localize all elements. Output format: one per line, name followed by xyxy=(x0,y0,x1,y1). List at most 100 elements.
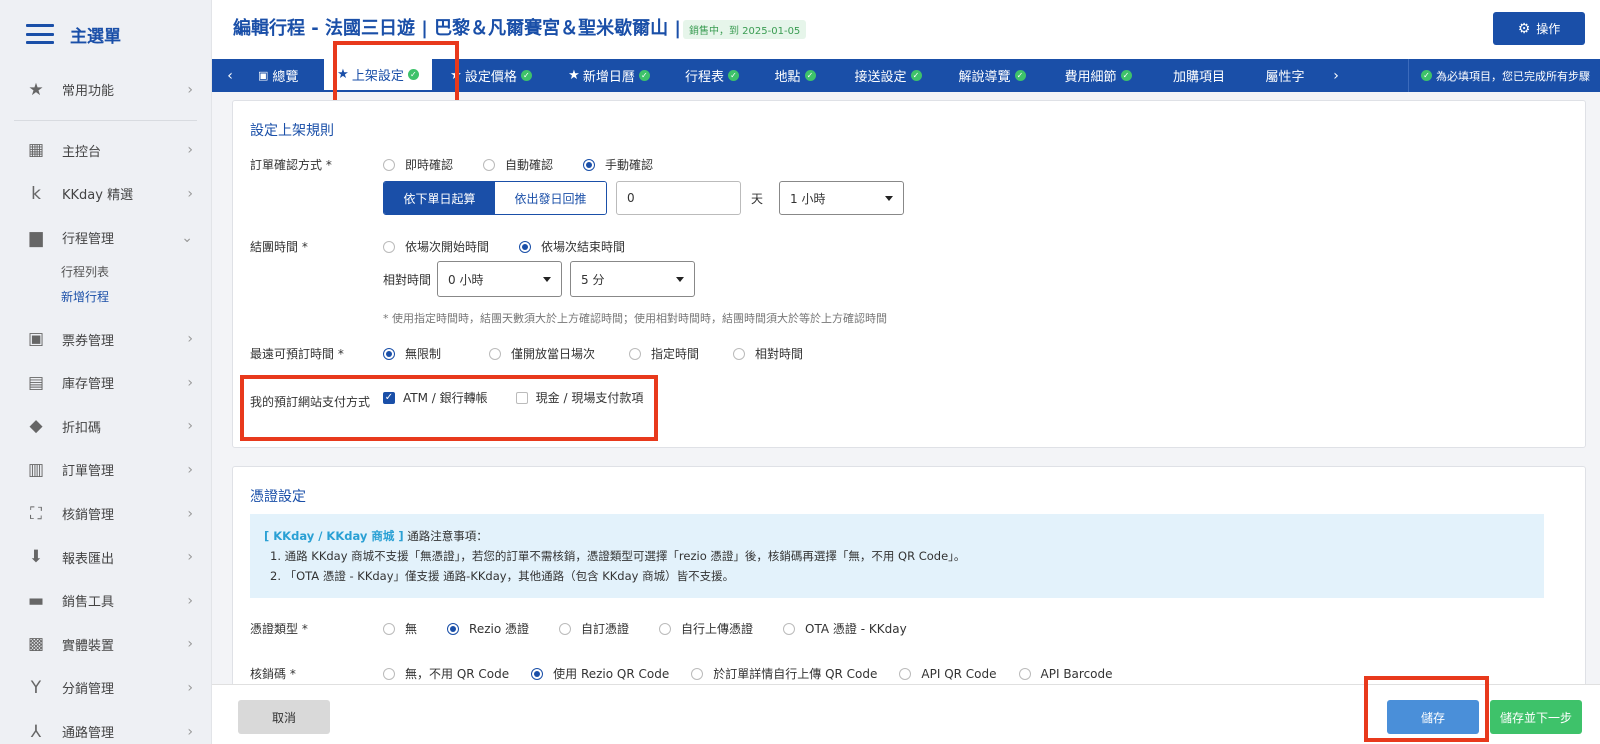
select-value: 1 小時 xyxy=(790,191,826,206)
sidebar-item-label: 核銷管理 xyxy=(62,508,115,524)
radio-by-session-end[interactable]: 依場次結束時間 xyxy=(519,238,625,255)
radio-manual-confirm[interactable]: 手動確認 xyxy=(583,156,653,173)
sidebar-item-devices[interactable]: ▩ 實體裝置 › xyxy=(0,623,211,667)
radio-upload-voucher[interactable]: 自行上傳憑證 xyxy=(659,620,753,637)
toggle-by-order-date[interactable]: 依下單日起算 xyxy=(384,182,495,214)
save-button[interactable]: 儲存 xyxy=(1387,700,1479,734)
checkbox-cash-onsite[interactable]: 現金 / 現場支付款項 xyxy=(515,389,644,406)
sidebar-item-redemption[interactable]: ⛶ 核銷管理 › xyxy=(0,492,211,536)
check-icon: ✓ xyxy=(520,70,532,81)
cancel-button[interactable]: 取消 xyxy=(238,700,330,734)
sidebar-item-product-management[interactable]: ▆ 行程管理 ⌄ xyxy=(0,216,211,260)
checkbox-label: 現金 / 現場支付款項 xyxy=(535,391,644,405)
check-icon: ✓ xyxy=(804,70,816,81)
caret-down-icon xyxy=(676,276,685,282)
caret-down-icon xyxy=(543,276,552,282)
radio-rezio-voucher[interactable]: Rezio 憑證 xyxy=(447,620,529,637)
sidebar-item-dashboard[interactable]: ▦ 主控台 › xyxy=(0,129,211,173)
sidebar-divider xyxy=(14,119,197,121)
network-icon: ⅄ xyxy=(30,721,42,742)
hamburger-menu-icon[interactable] xyxy=(26,24,54,44)
tab-label: 地點 xyxy=(774,70,801,85)
save-and-next-button[interactable]: 儲存並下一步 xyxy=(1490,700,1582,734)
tab-pricing[interactable]: ★ 設定價格 ✓ xyxy=(432,59,550,92)
sidebar-item-channels[interactable]: ⅄ 通路管理 › xyxy=(0,710,211,744)
radio-unlimited[interactable]: 無限制 xyxy=(383,345,441,362)
tab-locations[interactable]: 地點 ✓ xyxy=(756,59,834,92)
check-icon: ✓ xyxy=(910,70,922,81)
radio-custom-voucher[interactable]: 自訂憑證 xyxy=(559,620,629,637)
chevron-left-icon[interactable]: ‹ xyxy=(212,68,248,84)
chevron-right-icon[interactable]: › xyxy=(1326,68,1346,84)
chevron-right-icon: › xyxy=(187,723,193,740)
sidebar-item-discount-codes[interactable]: ◆ 折扣碼 › xyxy=(0,405,211,449)
tab-attributes[interactable]: 屬性字 xyxy=(1244,59,1326,92)
sidebar-item-label: 票券管理 xyxy=(62,333,115,349)
sidebar-item-inventory[interactable]: ▤ 庫存管理 › xyxy=(0,361,211,405)
sidebar-item-orders[interactable]: ▥ 訂單管理 › xyxy=(0,448,211,492)
tab-transfer[interactable]: 接送設定 ✓ xyxy=(834,59,942,92)
hours-select[interactable]: 1 小時 xyxy=(779,181,905,215)
tab-guide[interactable]: 解說導覽 ✓ xyxy=(942,59,1042,92)
tab-overview[interactable]: ▣ 總覽 xyxy=(248,59,324,92)
sidebar-item-sales-tools[interactable]: ▬ 銷售工具 › xyxy=(0,579,211,623)
radio-api-barcode[interactable]: API Barcode xyxy=(1018,667,1113,681)
check-icon: ✓ xyxy=(1014,70,1026,81)
radio-upload-qr[interactable]: 於訂單詳情自行上傳 QR Code xyxy=(691,665,877,682)
dashboard-icon: ▦ xyxy=(27,140,45,161)
radio-label: 於訂單詳情自行上傳 QR Code xyxy=(713,667,878,681)
radio-api-qr[interactable]: API QR Code xyxy=(899,667,997,681)
chevron-right-icon: › xyxy=(187,636,193,653)
actions-button[interactable]: ⚙ 操作 xyxy=(1493,12,1585,45)
relative-hours-select[interactable]: 0 小時 xyxy=(437,261,563,297)
toggle-by-departure-date[interactable]: 依出發日回推 xyxy=(495,182,606,214)
chevron-right-icon: › xyxy=(187,374,193,391)
chevron-right-icon: › xyxy=(187,331,193,348)
sidebar-item-tickets[interactable]: ▣ 票券管理 › xyxy=(0,317,211,361)
sidebar-item-kkday-featured[interactable]: k KKday 精選 › xyxy=(0,172,211,216)
tab-label: 接送設定 xyxy=(854,70,907,85)
notice-channel: [ KKday / KKday 商城 ] xyxy=(264,529,404,543)
radio-same-day-only[interactable]: 僅開放當日場次 xyxy=(489,345,595,362)
tab-fee-details[interactable]: 費用細節 ✓ xyxy=(1042,59,1154,92)
page-title: 編輯行程 - 法國三日遊 | 巴黎＆凡爾賽宮＆聖米歇爾山 | xyxy=(233,18,681,39)
sidebar-item-favorites[interactable]: ★ 常用功能 › xyxy=(0,68,211,112)
radio-label: 無限制 xyxy=(405,347,442,361)
radio-specified-time[interactable]: 指定時間 xyxy=(629,345,699,362)
notice-line: 1. 通路 KKday 商城不支援「無憑證」，若您的訂單不需核銷，憑證類型可選擇… xyxy=(270,549,966,563)
sidebar-item-label: 主控台 xyxy=(62,144,102,160)
sidebar-sub-product-list[interactable]: 行程列表 xyxy=(0,259,211,284)
radio-label: 無 xyxy=(405,622,418,636)
redemption-code-label: 核銷碼 * xyxy=(250,667,296,681)
tab-label: 上架設定 xyxy=(351,69,404,84)
latest-booking-options: 無限制 僅開放當日場次 指定時間 相對時間 xyxy=(383,345,833,362)
sidebar-item-reports[interactable]: ⬇ 報表匯出 › xyxy=(0,535,211,579)
tab-calendar[interactable]: ★ 新增日曆 ✓ xyxy=(550,59,668,92)
radio-label: Rezio 憑證 xyxy=(469,622,529,636)
check-icon: ✓ xyxy=(638,70,650,81)
checkbox-atm-transfer[interactable]: ✓ ATM / 銀行轉帳 xyxy=(383,389,488,406)
tab-label: 屬性字 xyxy=(1265,70,1305,85)
listing-rules-card: 設定上架規則 訂單確認方式 * 即時確認 自動確認 手動確認 依下單日起算 依出… xyxy=(232,100,1586,448)
chevron-right-icon: › xyxy=(187,592,193,609)
sidebar-item-label: 分銷管理 xyxy=(62,682,115,698)
tab-listing-settings[interactable]: ★ 上架設定 ✓ xyxy=(324,59,432,92)
caret-down-icon xyxy=(885,195,894,201)
tab-add-ons[interactable]: 加購項目 xyxy=(1154,59,1244,92)
start-basis-toggle: 依下單日起算 依出發日回推 xyxy=(383,181,607,215)
progress-notice: ✓ 為必填項目，您已完成所有步驟 xyxy=(1408,59,1590,92)
radio-relative-time[interactable]: 相對時間 xyxy=(733,345,803,362)
radio-label: 手動確認 xyxy=(605,158,654,172)
radio-no-voucher[interactable]: 無 xyxy=(383,620,417,637)
radio-ota-kkday-voucher[interactable]: OTA 憑證 - KKday xyxy=(783,620,907,637)
days-input[interactable]: 0 xyxy=(616,181,741,215)
tab-itinerary[interactable]: 行程表 ✓ xyxy=(668,59,756,92)
relative-minutes-select[interactable]: 5 分 xyxy=(570,261,696,297)
radio-no-qr[interactable]: 無，不用 QR Code xyxy=(383,665,509,682)
radio-by-session-start[interactable]: 依場次開始時間 xyxy=(383,238,489,255)
radio-auto-confirm[interactable]: 自動確認 xyxy=(483,156,553,173)
sidebar-item-distribution[interactable]: Y 分銷管理 › xyxy=(0,666,211,710)
radio-rezio-qr[interactable]: 使用 Rezio QR Code xyxy=(531,665,669,682)
sidebar-sub-new-product[interactable]: 新增行程 xyxy=(0,284,211,309)
radio-instant-confirm[interactable]: 即時確認 xyxy=(383,156,453,173)
